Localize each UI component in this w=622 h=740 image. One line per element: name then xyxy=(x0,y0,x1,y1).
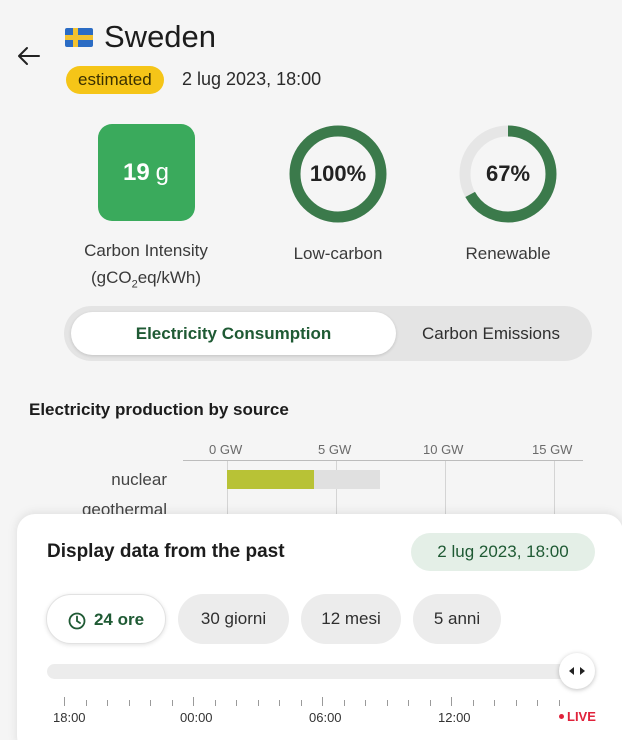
carbon-intensity-unit-suffix: eq/kWh) xyxy=(137,268,202,287)
past-data-panel: Display data from the past 2 lug 2023, 1… xyxy=(17,514,622,740)
renewable-ring: 67% xyxy=(458,124,558,224)
carbon-intensity-box: 19 g xyxy=(97,124,195,221)
x-tick-label: 0 GW xyxy=(209,442,243,457)
time-label: 06:00 xyxy=(309,710,342,725)
country-title: Sweden xyxy=(104,19,217,54)
live-label: LIVE xyxy=(567,709,596,724)
time-slider-handle[interactable] xyxy=(559,653,595,689)
time-tick xyxy=(257,700,259,706)
tab-electricity-consumption[interactable]: Electricity Consumption xyxy=(71,312,396,355)
x-tick-label: 10 GW xyxy=(423,442,464,457)
bar-nuclear[interactable] xyxy=(227,470,315,489)
consumption-emissions-toggle: Electricity Consumption Carbon Emissions xyxy=(64,306,592,361)
time-tick xyxy=(408,700,409,706)
renewable-percent: 67% xyxy=(485,161,531,186)
time-slider-track[interactable] xyxy=(47,664,577,679)
low-carbon-ring: 100% xyxy=(288,124,388,224)
time-tick xyxy=(365,700,366,706)
carbon-intensity-label-line1: Carbon Intensity xyxy=(84,241,208,260)
time-tick xyxy=(515,700,517,706)
live-indicator[interactable]: LIVE xyxy=(559,709,596,724)
carbon-intensity-label: Carbon Intensity (gCO2eq/kWh) xyxy=(61,237,231,298)
range-chip-24h-label: 24 ore xyxy=(93,610,145,629)
low-carbon-label: Low-carbon xyxy=(293,244,383,263)
tab-carbon-emissions[interactable]: Carbon Emissions xyxy=(396,312,586,355)
selected-date-pill[interactable]: 2 lug 2023, 18:00 xyxy=(411,533,595,571)
time-tick xyxy=(85,700,87,706)
range-chip-12m[interactable]: 12 mesi xyxy=(301,594,401,644)
time-tick xyxy=(322,697,323,706)
time-tick xyxy=(558,700,560,706)
time-tick xyxy=(537,700,538,706)
time-tick xyxy=(343,700,345,706)
time-label: 12:00 xyxy=(438,710,471,725)
time-tick xyxy=(451,697,452,706)
past-panel-title: Display data from the past xyxy=(47,541,285,562)
clock-icon xyxy=(68,612,86,629)
time-tick xyxy=(150,700,151,706)
time-tick xyxy=(386,700,388,706)
time-tick xyxy=(193,697,194,706)
arrow-left-icon xyxy=(18,47,40,65)
estimated-badge: estimated xyxy=(66,66,164,94)
range-chip-30d[interactable]: 30 giorni xyxy=(178,594,289,644)
live-dot-icon xyxy=(559,714,564,719)
carbon-intensity-unit: g xyxy=(155,158,170,186)
metric-carbon-intensity: 19 g Carbon Intensity (gCO2eq/kWh) xyxy=(61,124,231,298)
chart-title: Electricity production by source xyxy=(29,400,289,419)
sweden-flag-icon xyxy=(65,28,93,47)
time-tick xyxy=(300,700,302,706)
metric-renewable: 67% Renewable xyxy=(423,124,593,267)
time-tick xyxy=(128,700,130,706)
range-chip-5y[interactable]: 5 anni xyxy=(413,594,501,644)
time-tick xyxy=(236,700,237,706)
grid-line xyxy=(445,461,446,521)
time-tick xyxy=(472,700,474,706)
drag-handle-icon xyxy=(569,667,585,675)
time-tick xyxy=(494,700,495,706)
time-tick xyxy=(64,697,65,706)
carbon-intensity-value: 19 xyxy=(122,158,150,186)
time-tick xyxy=(171,700,173,706)
back-button[interactable] xyxy=(14,42,44,70)
time-label: 18:00 xyxy=(53,710,86,725)
chart-axis-line xyxy=(183,460,583,461)
time-tick xyxy=(429,700,431,706)
renewable-label: Renewable xyxy=(465,244,551,263)
header: Sweden estimated 2 lug 2023, 18:00 xyxy=(0,0,622,110)
x-tick-label: 5 GW xyxy=(318,442,352,457)
source-label-nuclear: nuclear xyxy=(111,470,167,489)
metric-low-carbon: 100% Low-carbon xyxy=(253,124,423,267)
header-datetime: 2 lug 2023, 18:00 xyxy=(182,69,322,89)
time-label: 00:00 xyxy=(180,710,213,725)
time-tick xyxy=(279,700,280,706)
low-carbon-percent: 100% xyxy=(309,161,367,186)
range-chip-24h[interactable]: 24 ore xyxy=(46,594,166,644)
x-tick-label: 15 GW xyxy=(532,442,573,457)
time-tick xyxy=(214,700,216,706)
carbon-intensity-unit-prefix: (gCO xyxy=(90,268,132,287)
grid-line xyxy=(554,461,555,521)
time-tick xyxy=(107,700,108,706)
